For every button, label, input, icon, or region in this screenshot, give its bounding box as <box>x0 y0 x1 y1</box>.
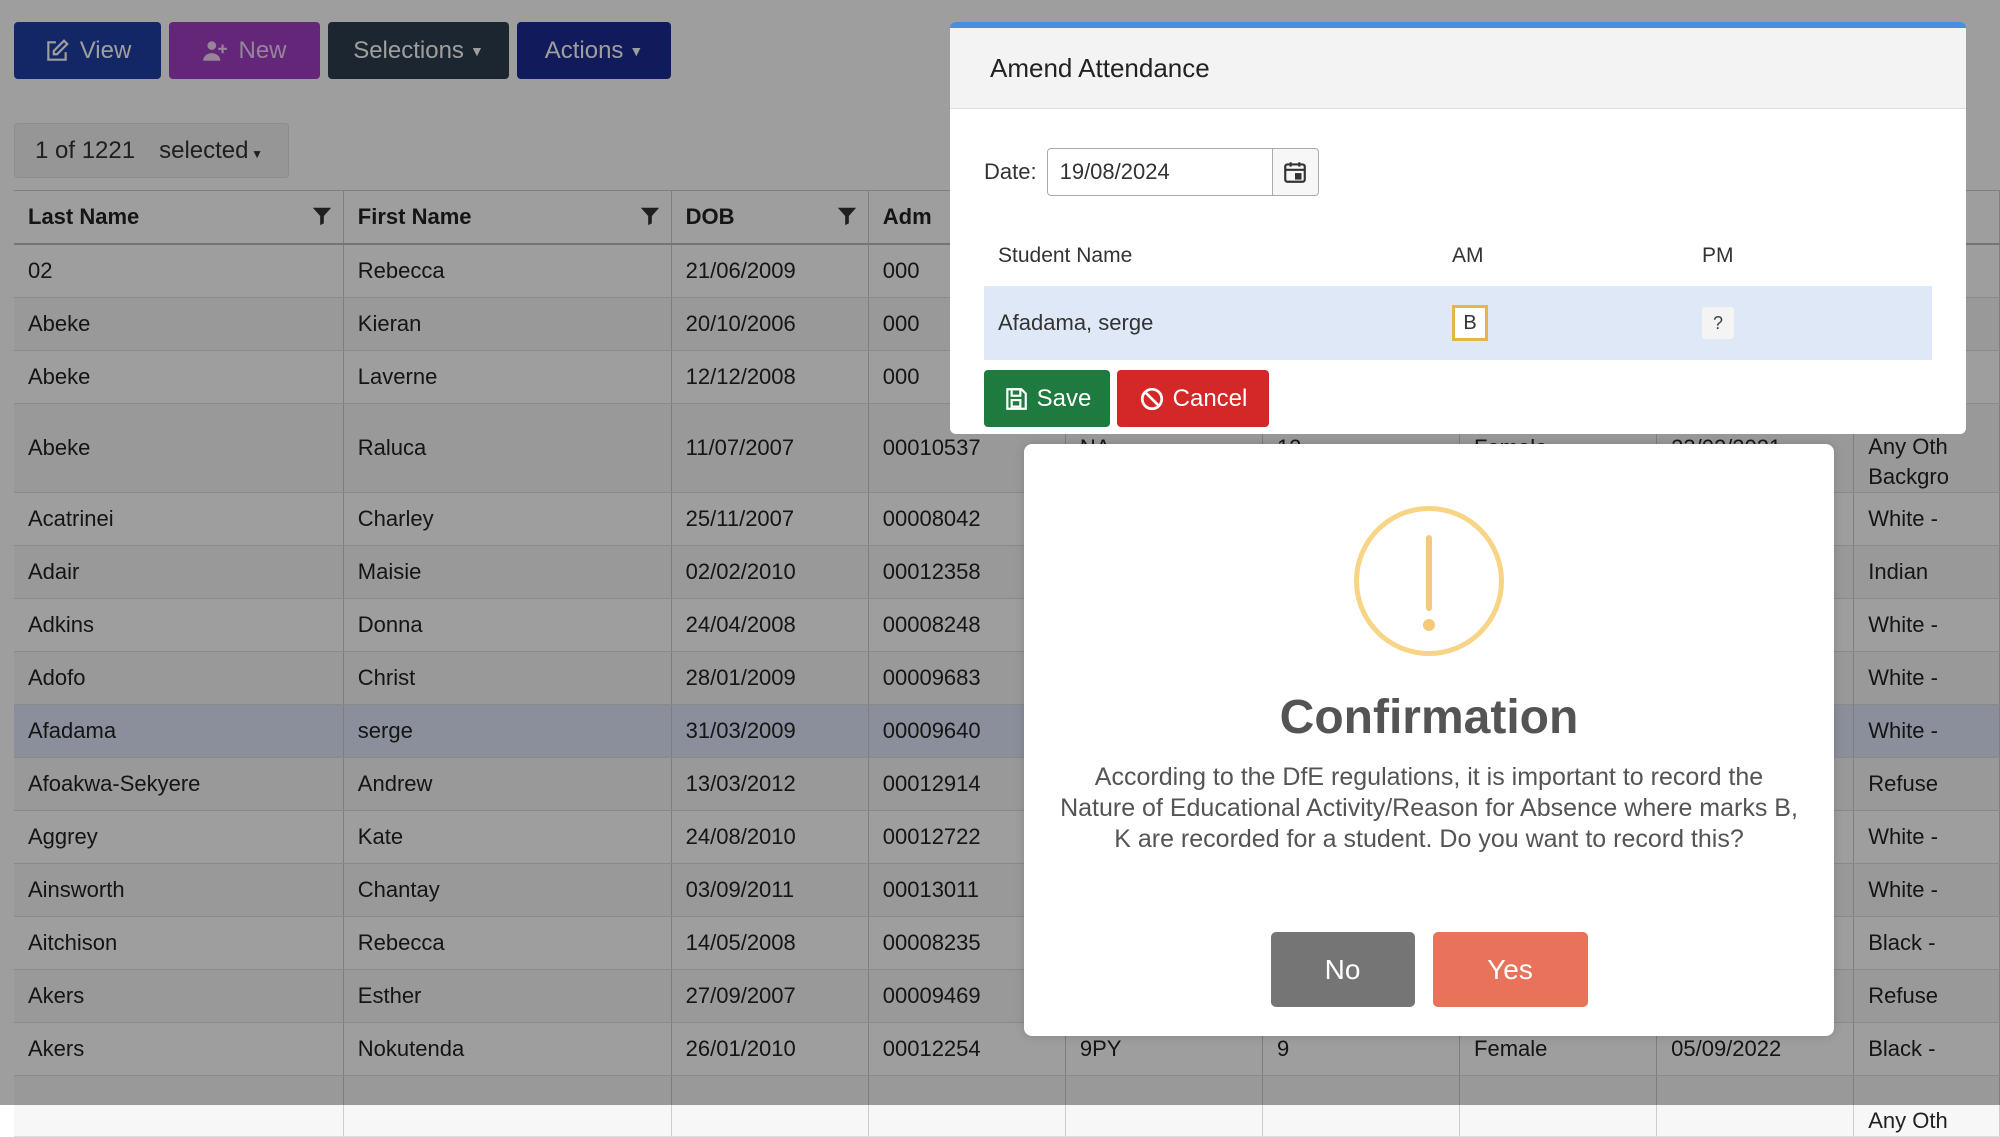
dialog-title: Amend Attendance <box>950 28 1966 109</box>
save-icon <box>1005 387 1027 410</box>
save-label: Save <box>1036 384 1092 412</box>
cancel-label: Cancel <box>1172 384 1248 412</box>
save-button[interactable]: Save <box>984 370 1110 427</box>
confirmation-message: According to the DfE regulations, it is … <box>1060 763 1798 853</box>
date-label: Date: <box>984 159 1037 184</box>
cancel-button[interactable]: Cancel <box>1117 370 1269 427</box>
warning-icon <box>1354 506 1504 656</box>
dialog-actions: Save Cancel <box>984 370 1269 427</box>
am-cell: B <box>1442 305 1688 341</box>
header-student-name: Student Name <box>998 244 1133 267</box>
attendance-row: Afadama, serge B ? <box>984 286 1932 360</box>
am-mark[interactable]: B <box>1452 305 1488 341</box>
attendance-header: Student Name AM PM <box>984 226 1932 287</box>
calendar-icon <box>1284 162 1306 183</box>
app-window: View New Selections ▼ Actions ▼ 1 of 122… <box>0 0 2000 1137</box>
amend-attendance-dialog: Amend Attendance Date: 19/08/2024 Studen… <box>950 22 1966 434</box>
yes-button[interactable]: Yes <box>1432 932 1588 1007</box>
date-row: Date: 19/08/2024 <box>984 148 1319 196</box>
no-button[interactable]: No <box>1270 932 1415 1007</box>
header-pm: PM <box>1702 244 1734 267</box>
student-name: Afadama, serge <box>998 310 1154 335</box>
confirmation-title: Confirmation <box>1279 691 1579 744</box>
ban-icon <box>1140 387 1163 410</box>
calendar-button[interactable] <box>1272 148 1319 196</box>
confirmation-actions: No Yes <box>1024 932 1834 1007</box>
header-am: AM <box>1452 244 1484 267</box>
pm-cell: ? <box>1688 307 1932 339</box>
date-input[interactable]: 19/08/2024 <box>1046 148 1273 196</box>
pm-mark[interactable]: ? <box>1702 307 1734 339</box>
confirmation-dialog: Confirmation According to the DfE regula… <box>1024 444 1834 1036</box>
